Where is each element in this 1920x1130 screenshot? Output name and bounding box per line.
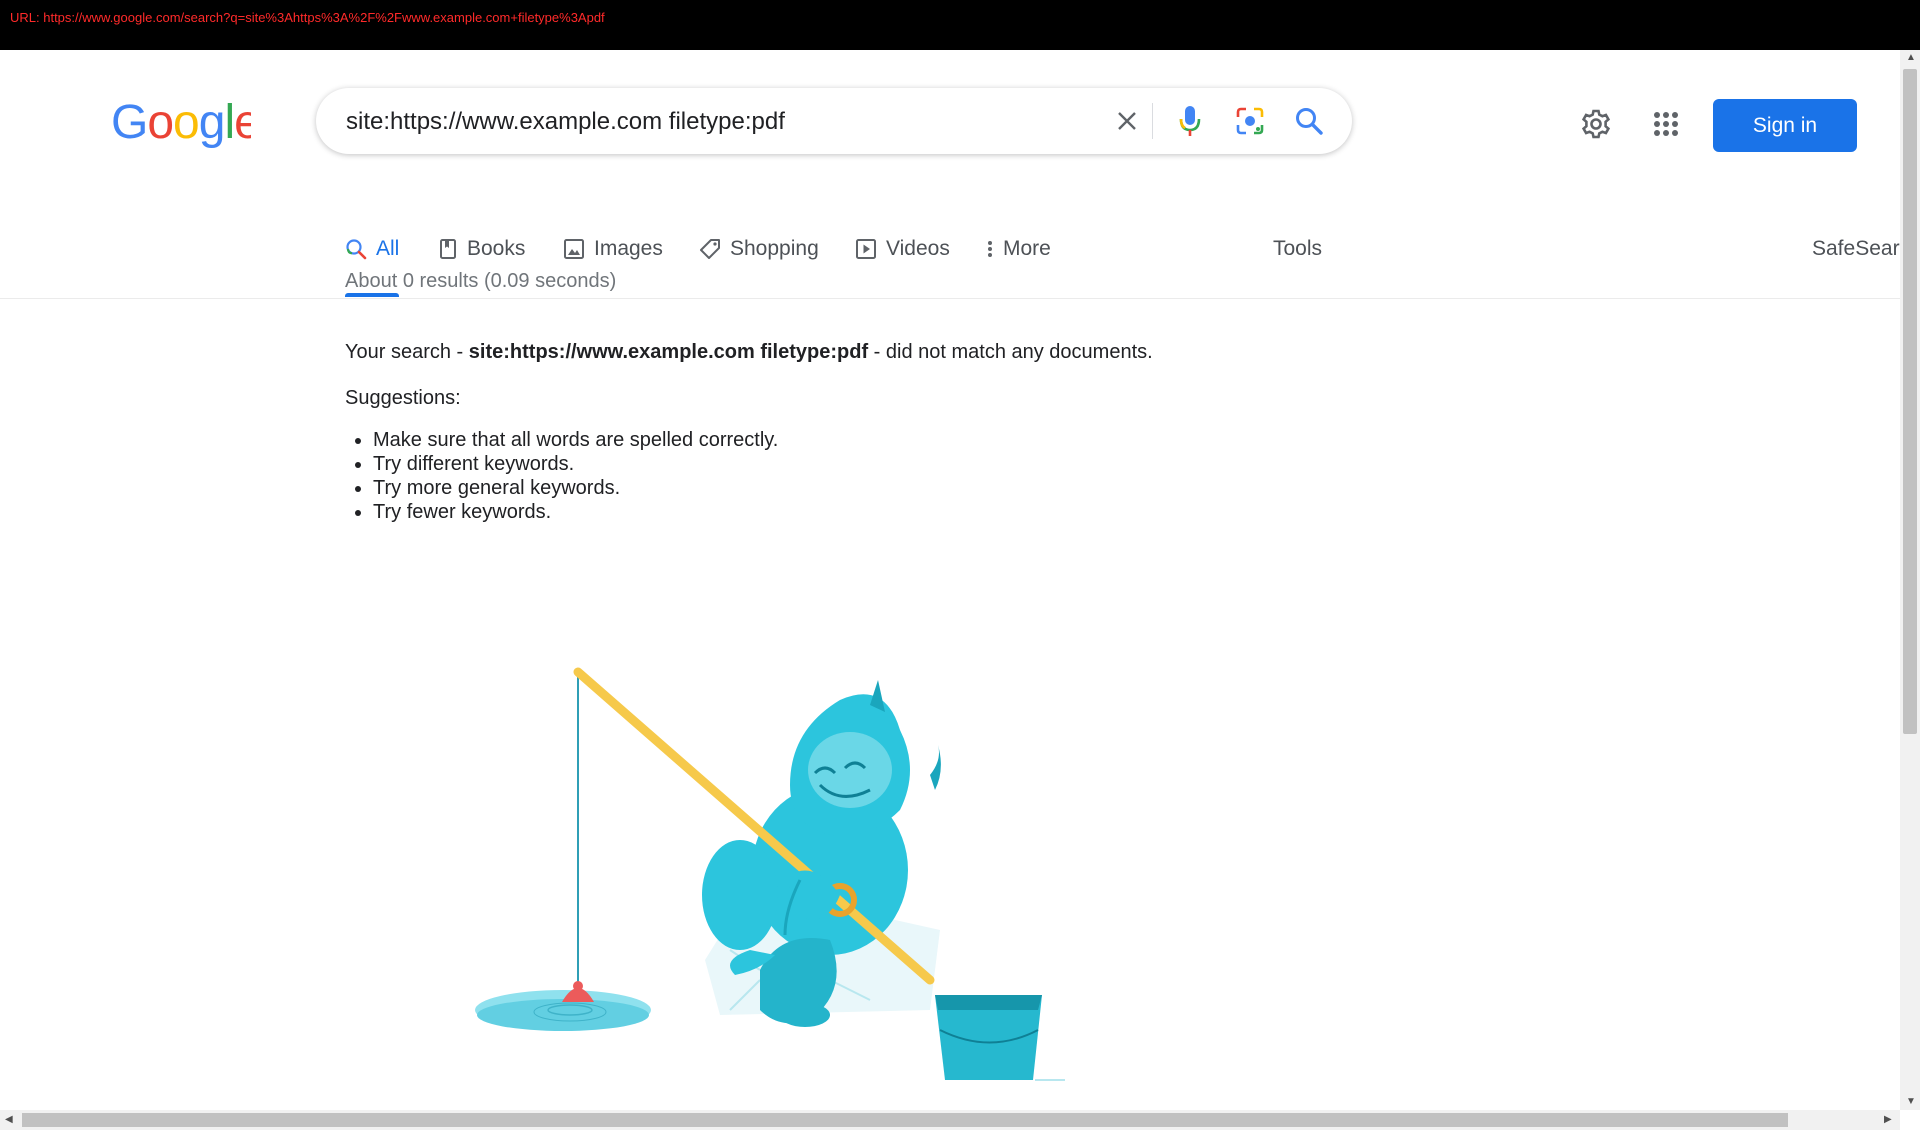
video-icon bbox=[856, 238, 876, 259]
tag-icon bbox=[700, 238, 720, 259]
message-prefix: Your search - bbox=[345, 341, 469, 363]
microphone-icon[interactable] bbox=[1173, 104, 1207, 138]
search-page: Google site:https://www.example.com file… bbox=[0, 50, 1900, 1110]
tab-videos[interactable]: Videos bbox=[855, 200, 950, 297]
suggestion-item: Try more general keywords. bbox=[373, 476, 778, 500]
suggestions-title: Suggestions: bbox=[345, 387, 461, 409]
safesearch-button[interactable]: SafeSear bbox=[1812, 200, 1900, 297]
suggestion-item: Make sure that all words are spelled cor… bbox=[373, 428, 778, 452]
fishing-yeti-illustration bbox=[475, 667, 1065, 1081]
lens-camera-icon[interactable] bbox=[1233, 104, 1267, 138]
search-divider bbox=[1152, 103, 1153, 139]
tab-label: More bbox=[1003, 236, 1051, 260]
message-suffix: - did not match any documents. bbox=[868, 341, 1153, 363]
svg-text:Google: Google bbox=[111, 98, 251, 148]
result-stats: About 0 results (0.09 seconds) bbox=[345, 270, 617, 292]
scroll-right-arrow-icon[interactable]: ▶ bbox=[1884, 1114, 1892, 1125]
tools-button[interactable]: Tools bbox=[1273, 200, 1322, 297]
search-icon[interactable] bbox=[1292, 104, 1326, 138]
search-box[interactable]: site:https://www.example.com filetype:pd… bbox=[316, 88, 1352, 154]
scroll-down-arrow-icon[interactable]: ▼ bbox=[1906, 1096, 1916, 1107]
tab-label: Videos bbox=[886, 236, 950, 260]
search-tabs: All Books Images Shopping Videos More To… bbox=[0, 200, 1900, 299]
tab-label: Books bbox=[467, 236, 526, 260]
scroll-left-arrow-icon[interactable]: ◀ bbox=[5, 1114, 13, 1125]
suggestions-list: Make sure that all words are spelled cor… bbox=[345, 428, 778, 524]
clear-icon[interactable] bbox=[1110, 104, 1144, 138]
image-icon bbox=[564, 238, 584, 259]
suggestion-item: Try different keywords. bbox=[373, 452, 778, 476]
browser-url-bar: URL: https://www.google.com/search?q=sit… bbox=[0, 0, 1920, 50]
search-icon bbox=[346, 238, 367, 259]
vertical-scrollbar[interactable]: ▲ ▼ bbox=[1900, 50, 1920, 1110]
more-vert-icon bbox=[988, 240, 992, 257]
tab-label: All bbox=[376, 236, 400, 260]
horizontal-scrollbar-thumb[interactable] bbox=[22, 1113, 1788, 1127]
book-icon bbox=[440, 238, 456, 259]
scroll-up-arrow-icon[interactable]: ▲ bbox=[1906, 52, 1916, 63]
vertical-scrollbar-thumb[interactable] bbox=[1903, 69, 1917, 734]
search-input[interactable]: site:https://www.example.com filetype:pd… bbox=[346, 108, 785, 136]
tab-label: Images bbox=[594, 236, 663, 260]
url-text: URL: https://www.google.com/search?q=sit… bbox=[10, 10, 605, 25]
suggestion-item: Try fewer keywords. bbox=[373, 500, 778, 524]
no-results-message: Your search - site:https://www.example.c… bbox=[345, 341, 1153, 364]
settings-gear-icon[interactable] bbox=[1578, 106, 1614, 142]
google-apps-icon[interactable] bbox=[1648, 106, 1684, 142]
message-query: site:https://www.example.com filetype:pd… bbox=[468, 341, 869, 363]
tab-shopping[interactable]: Shopping bbox=[699, 200, 819, 297]
sign-in-button[interactable]: Sign in bbox=[1713, 99, 1857, 152]
horizontal-scrollbar[interactable]: ◀ ▶ bbox=[0, 1110, 1900, 1130]
google-logo[interactable]: Google bbox=[111, 98, 251, 148]
tab-label: Shopping bbox=[730, 236, 819, 260]
tab-more[interactable]: More bbox=[986, 200, 1051, 297]
